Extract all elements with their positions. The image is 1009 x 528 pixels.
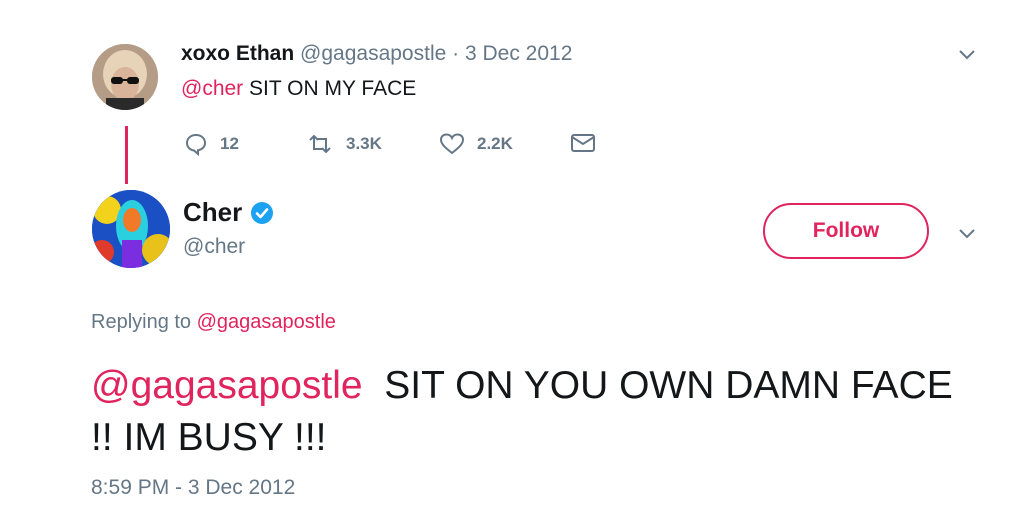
verified-badge-icon <box>251 201 274 224</box>
retweet-count: 3.3K <box>346 134 382 153</box>
replying-handle-link[interactable]: @gagasapostle <box>197 311 336 333</box>
tweet-timestamp[interactable]: 8:59 PM - 3 Dec 2012 <box>91 476 295 500</box>
reply-button[interactable]: 12 <box>184 132 239 156</box>
chevron-down-icon[interactable] <box>958 48 976 60</box>
avatar[interactable] <box>92 44 158 110</box>
tweet-text: @gagasapostle SIT ON YOU OWN DAMN FACE !… <box>91 360 971 464</box>
tweet-body: SIT ON MY FACE <box>249 77 417 100</box>
mention-link[interactable]: @gagasapostle <box>91 364 363 407</box>
replying-prefix: Replying to <box>91 311 192 333</box>
thread-connector <box>125 126 128 184</box>
chevron-down-icon[interactable] <box>958 227 976 239</box>
like-count: 2.2K <box>477 134 513 153</box>
follow-button[interactable]: Follow <box>763 203 929 259</box>
mention-link[interactable]: @cher <box>181 77 243 100</box>
author-name-row: Cher <box>183 197 274 228</box>
tweet-header: xoxo Ethan @gagasapostle · 3 Dec 2012 <box>181 42 572 66</box>
like-button[interactable]: 2.2K <box>439 132 513 156</box>
separator: · <box>452 42 460 65</box>
avatar[interactable] <box>92 190 170 268</box>
tweet-date[interactable]: 3 Dec 2012 <box>465 42 572 65</box>
retweet-button[interactable]: 3.3K <box>306 132 382 156</box>
envelope-icon <box>571 134 595 152</box>
author-handle[interactable]: @gagasapostle <box>300 42 446 65</box>
author-handle[interactable]: @cher <box>183 235 245 259</box>
author-name[interactable]: Cher <box>183 197 242 228</box>
retweet-icon <box>309 134 331 154</box>
tweet-text: @cher SIT ON MY FACE <box>181 77 416 101</box>
author-name[interactable]: xoxo Ethan <box>181 42 294 65</box>
reply-count: 12 <box>220 134 239 153</box>
reply-icon <box>185 133 207 156</box>
heart-icon <box>439 133 465 155</box>
direct-message-button[interactable] <box>570 132 596 154</box>
replying-to: Replying to @gagasapostle <box>91 311 336 334</box>
